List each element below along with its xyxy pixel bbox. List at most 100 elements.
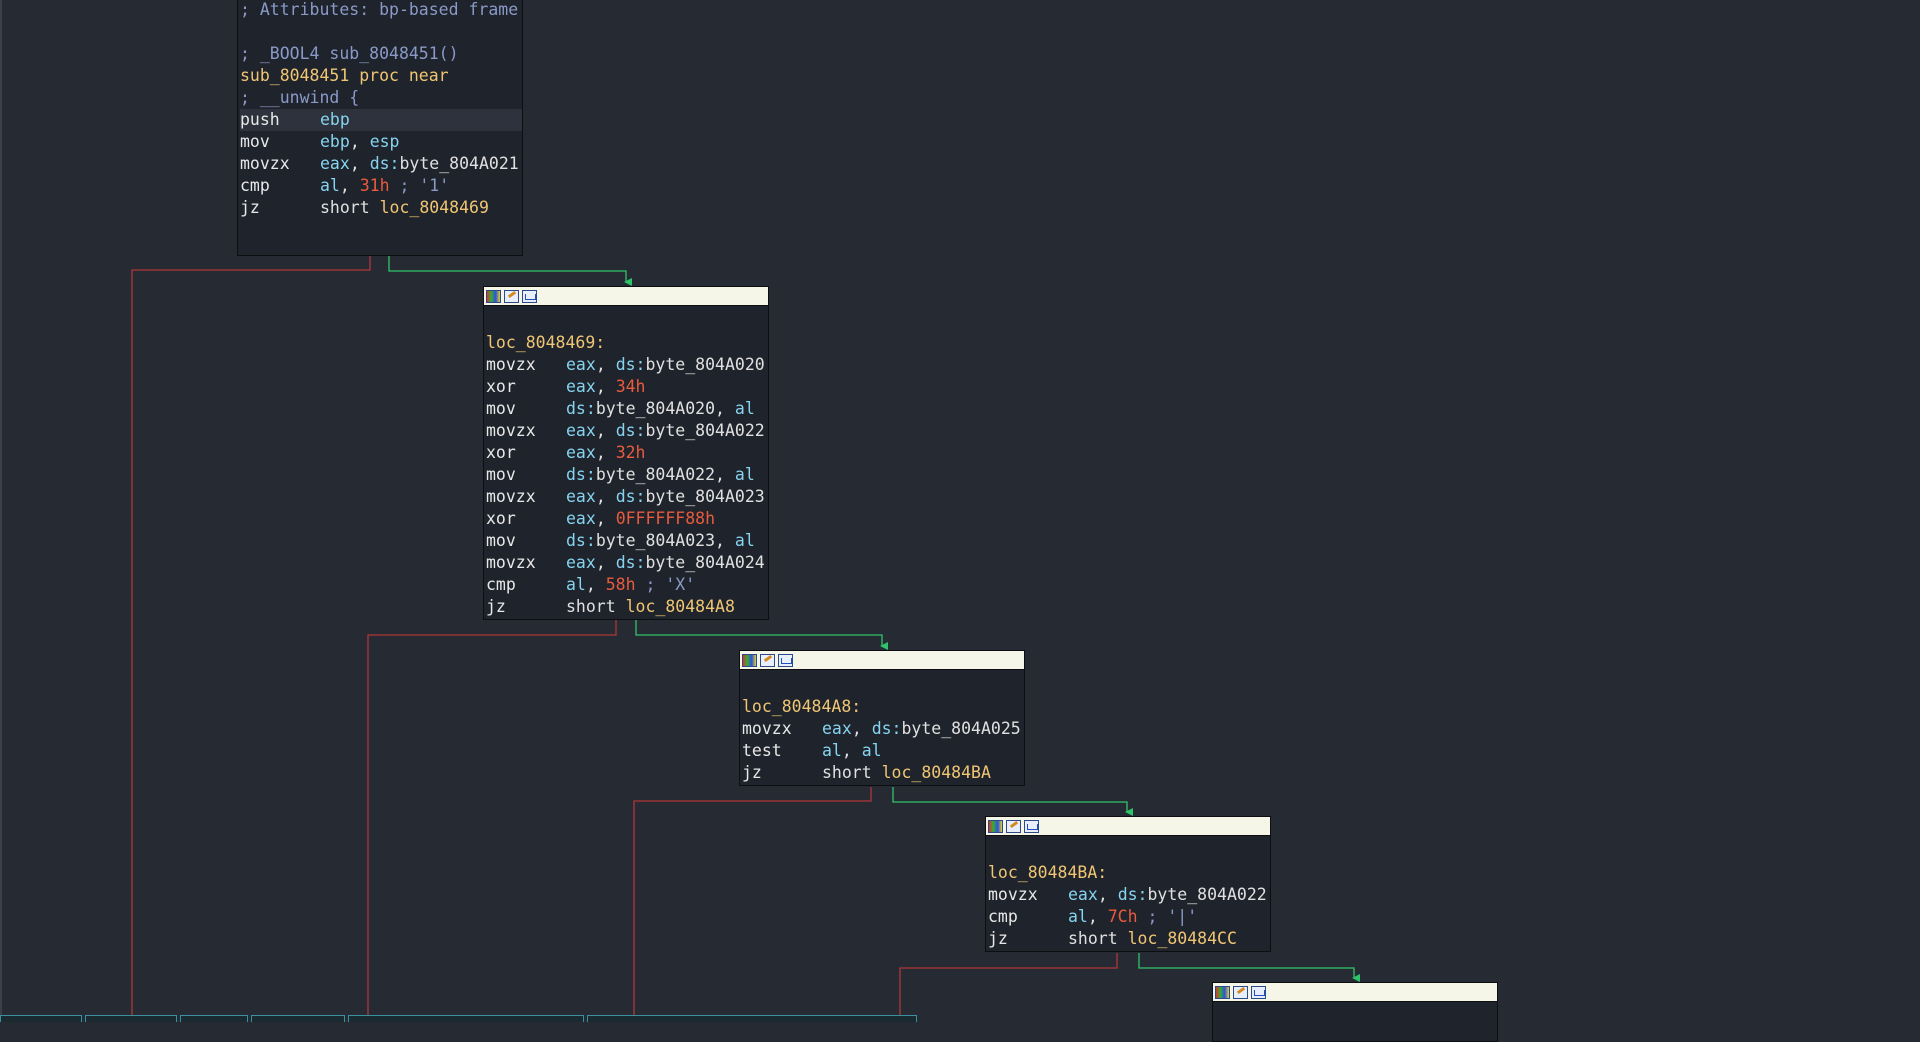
graph-view-icon[interactable] [522,289,537,303]
instruction-line[interactable]: movzx eax, ds:byte_804A025 [742,718,1024,740]
instruction-line[interactable]: jz short loc_80484CC [988,928,1270,950]
instruction-line[interactable]: jz short loc_80484A8 [486,596,768,618]
instruction-line[interactable]: movzx eax, ds:byte_804A024 [486,552,768,574]
code-block-loc-80484a8[interactable]: loc_80484A8: movzx eax, ds:byte_804A025 tes… [739,650,1025,786]
code-block-loc-80484ba[interactable]: loc_80484BA: movzx eax, ds:byte_804A022 cmp… [985,816,1271,952]
instruction-line[interactable]: cmp al, 31h ; '1' [240,175,522,197]
pencil-edit-icon[interactable] [1233,985,1248,999]
operand: eax [566,509,596,528]
mnemonic: movzx [988,885,1038,904]
instruction-line[interactable]: cmp al, 7Ch ; '|' [988,906,1270,928]
operand: , [1097,885,1118,904]
instruction-line[interactable]: jz short loc_8048469 [240,197,522,219]
pencil-edit-icon[interactable] [504,289,519,303]
jump-target-link[interactable]: loc_80484CC [1128,929,1237,948]
operand: byte_804A022 [645,421,765,440]
mnemonic: movzx [486,487,536,506]
instruction-line[interactable]: jz short loc_80484BA [742,762,1024,784]
instruction-line[interactable]: push ebp [240,109,522,131]
instruction-line[interactable]: movzx eax, ds:byte_804A022 [486,420,768,442]
label-line[interactable]: loc_80484BA: [988,862,1270,884]
code-block-loc-80484cc[interactable] [1212,982,1498,1042]
instruction-line[interactable]: mov ds:byte_804A022, al [486,464,768,486]
operand: byte_804A020, [595,399,735,418]
color-palette-icon[interactable] [1215,985,1230,999]
color-palette-icon[interactable] [486,289,501,303]
operand: byte_804A022, [595,465,735,484]
graph-view-icon[interactable] [778,653,793,667]
jump-target-link[interactable]: loc_80484A8 [626,597,735,616]
block-header[interactable] [740,651,1024,670]
operand: , [851,719,872,738]
instruction-line[interactable]: test al, al [742,740,1024,762]
mnemonic: test [742,741,782,760]
operand: 7Ch [1107,907,1138,926]
operand: ; '|' [1137,907,1198,926]
operand: ds: [566,399,596,418]
operand: ds: [1117,885,1148,904]
instruction-line[interactable]: xor eax, 32h [486,442,768,464]
comment-text: ; __unwind { [240,88,360,107]
operand: , [585,575,606,594]
color-palette-icon[interactable] [742,653,757,667]
operand: , [595,355,616,374]
false-edge-4 [899,953,1118,1022]
status-segment [180,1015,248,1022]
operand: , [595,377,616,396]
instruction-line[interactable]: movzx eax, ds:byte_804A021 [240,153,522,175]
operand: , [1087,907,1108,926]
block-header[interactable] [484,287,768,306]
pencil-edit-icon[interactable] [760,653,775,667]
operand: al [822,741,842,760]
label-line[interactable]: loc_80484A8: [742,696,1024,718]
status-bar [0,1015,920,1022]
operand: ; '1' [389,176,450,195]
instruction-line[interactable]: movzx eax, ds:byte_804A020 [486,354,768,376]
instruction-line[interactable]: xor eax, 34h [486,376,768,398]
operand: short [566,597,626,616]
instruction-line[interactable]: xor eax, 0FFFFFF88h [486,508,768,530]
instruction-line[interactable]: cmp al, 58h ; 'X' [486,574,768,596]
operand: al [861,741,882,760]
operand: ebp [320,110,350,129]
color-palette-icon[interactable] [988,819,1003,833]
pencil-edit-icon[interactable] [1006,819,1021,833]
label-line[interactable]: loc_8048469: [486,332,768,354]
code-block-sub-8048451[interactable]: ; Attributes: bp-based frame ; _BOOL4 sub… [237,0,523,256]
jump-target-link[interactable]: loc_80484BA [882,763,991,782]
instruction-line[interactable]: movzx eax, ds:byte_804A023 [486,486,768,508]
label-text: sub_8048451 proc near [240,66,449,85]
comment-line[interactable]: ; _BOOL4 sub_8048451() [240,43,522,65]
operand: short [822,763,882,782]
status-segment [251,1015,345,1022]
graph-view-icon[interactable] [1024,819,1039,833]
operand: al [1068,907,1088,926]
mnemonic: cmp [240,176,270,195]
graph-view-icon[interactable] [1251,985,1266,999]
mnemonic: mov [486,399,516,418]
label-text: loc_8048469: [486,333,606,352]
instruction-line[interactable]: movzx eax, ds:byte_804A022 [988,884,1270,906]
operand: ds: [871,719,902,738]
jump-target-link[interactable]: loc_8048469 [380,198,489,217]
operand: eax [566,443,596,462]
graph-canvas[interactable]: ; Attributes: bp-based frame ; _BOOL4 sub… [0,0,1920,1042]
label-line[interactable]: sub_8048451 proc near [240,65,522,87]
block-header[interactable] [986,817,1270,836]
comment-line[interactable]: ; __unwind { [240,87,522,109]
true-edge-1 [388,256,632,286]
code-block-loc-8048469[interactable]: loc_8048469: movzx eax, ds:byte_804A020 xor… [483,286,769,620]
instruction-line[interactable]: mov ds:byte_804A023, al [486,530,768,552]
block-header[interactable] [1213,983,1497,1002]
operand: eax [566,355,596,374]
instruction-line[interactable]: mov ds:byte_804A020, al [486,398,768,420]
operand: , [349,154,370,173]
mnemonic: jz [240,198,260,217]
comment-line[interactable]: ; Attributes: bp-based frame [240,0,522,21]
mnemonic: xor [486,509,516,528]
operand: , [595,421,616,440]
operand: byte_804A021 [399,154,519,173]
operand: 31h [359,176,390,195]
instruction-line[interactable]: mov ebp, esp [240,131,522,153]
